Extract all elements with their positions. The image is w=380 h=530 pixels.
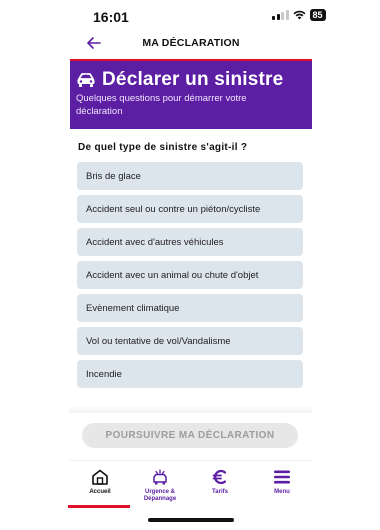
- nav-item-menu[interactable]: Menu: [252, 469, 312, 496]
- option-incendie[interactable]: Incendie: [77, 360, 303, 388]
- option-accident-seul[interactable]: Accident seul ou contre un piéton/cyclis…: [77, 195, 303, 223]
- nav-active-indicator: [68, 505, 130, 508]
- page-title: MA DÉCLARATION: [142, 37, 240, 49]
- question-heading: De quel type de sinistre s'agit-il ?: [78, 142, 248, 153]
- continue-declaration-button[interactable]: POURSUIVRE MA DÉCLARATION: [82, 423, 298, 448]
- signal-icon: [272, 10, 289, 20]
- option-bris-de-glace[interactable]: Bris de glace: [77, 162, 303, 190]
- nav-item-accueil[interactable]: Accueil: [70, 469, 130, 496]
- nav-label-urgence: Urgence & Dépannage: [143, 489, 177, 502]
- nav-label-accueil: Accueil: [89, 489, 111, 495]
- tow-truck-icon: [153, 469, 167, 485]
- menu-icon: [274, 470, 290, 484]
- sinistre-options-list: Bris de glace Accident seul ou contre un…: [77, 162, 303, 393]
- bottom-navigation: Accueil Urgence & Dépannage Tarifs Menu: [70, 460, 312, 510]
- banner-subtitle: Quelques questions pour démarrer votre d…: [76, 93, 247, 117]
- nav-item-urgence[interactable]: Urgence & Dépannage: [130, 469, 190, 503]
- nav-label-menu: Menu: [274, 489, 290, 495]
- euro-icon: [212, 469, 227, 485]
- status-icons: 85: [272, 9, 326, 21]
- list-divider: [70, 405, 312, 413]
- home-indicator: [148, 518, 234, 522]
- declaration-banner: Déclarer un sinistre Quelques questions …: [70, 61, 312, 129]
- status-bar: 16:01 85: [0, 0, 380, 32]
- battery-indicator: 85: [309, 9, 326, 21]
- option-accident-autres-vehicules[interactable]: Accident avec d'autres véhicules: [77, 228, 303, 256]
- app-header: MA DÉCLARATION: [70, 32, 312, 58]
- option-vol-vandalisme[interactable]: Vol ou tentative de vol/Vandalisme: [77, 327, 303, 355]
- home-icon: [92, 469, 108, 485]
- banner-title: Déclarer un sinistre: [102, 69, 284, 90]
- status-time: 16:01: [93, 9, 129, 25]
- option-accident-animal[interactable]: Accident avec un animal ou chute d'objet: [77, 261, 303, 289]
- nav-label-tarifs: Tarifs: [212, 489, 228, 495]
- wifi-icon: [293, 10, 305, 20]
- option-evenement-climatique[interactable]: Evènement climatique: [77, 294, 303, 322]
- nav-item-tarifs[interactable]: Tarifs: [190, 469, 250, 496]
- car-crash-icon: [77, 73, 95, 87]
